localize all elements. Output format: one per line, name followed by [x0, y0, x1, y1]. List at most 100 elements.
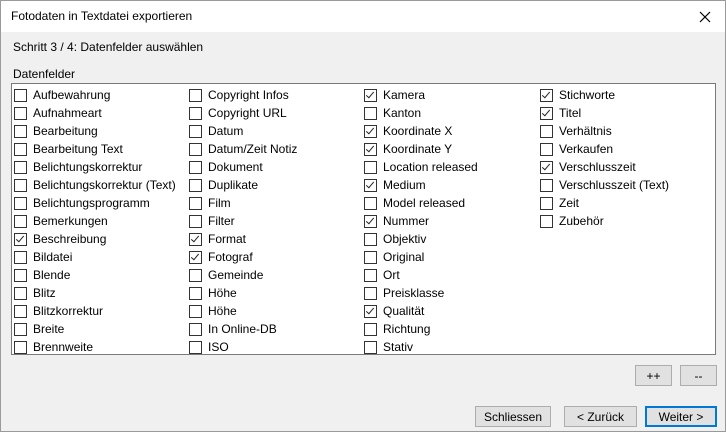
checkbox-checked-icon[interactable]	[364, 304, 377, 318]
field-checkbox-item[interactable]: Gemeinde	[187, 266, 297, 284]
checkbox-unchecked-icon[interactable]	[364, 286, 377, 300]
field-checkbox-item[interactable]: Koordinate X	[362, 122, 478, 140]
field-checkbox-item[interactable]: Model released	[362, 194, 478, 212]
next-button[interactable]: Weiter >	[645, 406, 717, 427]
checkbox-checked-icon[interactable]	[540, 88, 553, 102]
field-checkbox-item[interactable]: Copyright URL	[187, 104, 297, 122]
checkbox-unchecked-icon[interactable]	[364, 250, 377, 264]
field-checkbox-item[interactable]: Fotograf	[187, 248, 297, 266]
field-checkbox-item[interactable]: Ort	[362, 266, 478, 284]
checkbox-unchecked-icon[interactable]	[14, 160, 27, 174]
checkbox-unchecked-icon[interactable]	[14, 214, 27, 228]
field-checkbox-item[interactable]: Zubehör	[538, 212, 669, 230]
checkbox-unchecked-icon[interactable]	[14, 304, 27, 318]
checkbox-unchecked-icon[interactable]	[364, 340, 377, 354]
field-checkbox-item[interactable]: Blitz	[12, 284, 176, 302]
field-checkbox-item[interactable]: In Online-DB	[187, 320, 297, 338]
checkbox-unchecked-icon[interactable]	[189, 106, 202, 120]
field-checkbox-item[interactable]: Verhältnis	[538, 122, 669, 140]
field-checkbox-item[interactable]: Bildatei	[12, 248, 176, 266]
field-checkbox-item[interactable]: Stichworte	[538, 86, 669, 104]
checkbox-unchecked-icon[interactable]	[364, 160, 377, 174]
checkbox-unchecked-icon[interactable]	[189, 214, 202, 228]
checkbox-unchecked-icon[interactable]	[189, 322, 202, 336]
field-checkbox-item[interactable]: Beschreibung	[12, 230, 176, 248]
field-checkbox-item[interactable]: Preisklasse	[362, 284, 478, 302]
field-checkbox-item[interactable]: Belichtungskorrektur	[12, 158, 176, 176]
checkbox-unchecked-icon[interactable]	[14, 196, 27, 210]
field-checkbox-item[interactable]: Zeit	[538, 194, 669, 212]
field-checkbox-item[interactable]: Datum/Zeit Notiz	[187, 140, 297, 158]
field-checkbox-item[interactable]: Aufnahmeart	[12, 104, 176, 122]
checkbox-unchecked-icon[interactable]	[364, 232, 377, 246]
field-checkbox-item[interactable]: Blende	[12, 266, 176, 284]
checkbox-unchecked-icon[interactable]	[14, 178, 27, 192]
checkbox-unchecked-icon[interactable]	[189, 160, 202, 174]
field-checklist[interactable]: Aufbewahrung Aufnahmeart Bearbeitung Bearbe…	[11, 83, 716, 355]
checkbox-unchecked-icon[interactable]	[364, 196, 377, 210]
checkbox-checked-icon[interactable]	[364, 214, 377, 228]
checkbox-unchecked-icon[interactable]	[189, 286, 202, 300]
checkbox-unchecked-icon[interactable]	[540, 196, 553, 210]
field-checkbox-item[interactable]: Höhe	[187, 302, 297, 320]
checkbox-checked-icon[interactable]	[189, 250, 202, 264]
field-checkbox-item[interactable]: Bearbeitung Text	[12, 140, 176, 158]
field-checkbox-item[interactable]: Stativ	[362, 338, 478, 356]
field-checkbox-item[interactable]: Koordinate Y	[362, 140, 478, 158]
checkbox-unchecked-icon[interactable]	[540, 142, 553, 156]
field-checkbox-item[interactable]: Nummer	[362, 212, 478, 230]
field-checkbox-item[interactable]: Belichtungsprogramm	[12, 194, 176, 212]
field-checkbox-item[interactable]: ISO	[187, 338, 297, 356]
checkbox-unchecked-icon[interactable]	[14, 106, 27, 120]
field-checkbox-item[interactable]: Bearbeitung	[12, 122, 176, 140]
field-checkbox-item[interactable]: Objektiv	[362, 230, 478, 248]
checkbox-checked-icon[interactable]	[14, 232, 27, 246]
field-checkbox-item[interactable]: Kamera	[362, 86, 478, 104]
checkbox-unchecked-icon[interactable]	[189, 124, 202, 138]
close-window-button[interactable]	[685, 1, 725, 32]
field-checkbox-item[interactable]: Blitzkorrektur	[12, 302, 176, 320]
checkbox-unchecked-icon[interactable]	[364, 322, 377, 336]
checkbox-checked-icon[interactable]	[364, 142, 377, 156]
field-checkbox-item[interactable]: Verschlusszeit (Text)	[538, 176, 669, 194]
checkbox-unchecked-icon[interactable]	[189, 340, 202, 354]
field-checkbox-item[interactable]: Verschlusszeit	[538, 158, 669, 176]
checkbox-unchecked-icon[interactable]	[14, 268, 27, 282]
checkbox-unchecked-icon[interactable]	[14, 322, 27, 336]
field-checkbox-item[interactable]: Original	[362, 248, 478, 266]
checkbox-unchecked-icon[interactable]	[364, 268, 377, 282]
checkbox-checked-icon[interactable]	[364, 178, 377, 192]
field-checkbox-item[interactable]: Filter	[187, 212, 297, 230]
checkbox-unchecked-icon[interactable]	[189, 196, 202, 210]
checkbox-unchecked-icon[interactable]	[14, 286, 27, 300]
checkbox-unchecked-icon[interactable]	[14, 250, 27, 264]
checkbox-checked-icon[interactable]	[364, 88, 377, 102]
checkbox-unchecked-icon[interactable]	[189, 268, 202, 282]
deselect-all-button[interactable]: --	[680, 365, 717, 386]
field-checkbox-item[interactable]: Qualität	[362, 302, 478, 320]
field-checkbox-item[interactable]: Titel	[538, 104, 669, 122]
checkbox-unchecked-icon[interactable]	[540, 178, 553, 192]
field-checkbox-item[interactable]: Bemerkungen	[12, 212, 176, 230]
close-button[interactable]: Schliessen	[475, 406, 551, 427]
checkbox-checked-icon[interactable]	[540, 106, 553, 120]
checkbox-unchecked-icon[interactable]	[189, 178, 202, 192]
field-checkbox-item[interactable]: Format	[187, 230, 297, 248]
checkbox-unchecked-icon[interactable]	[189, 304, 202, 318]
checkbox-unchecked-icon[interactable]	[14, 88, 27, 102]
field-checkbox-item[interactable]: Medium	[362, 176, 478, 194]
checkbox-checked-icon[interactable]	[189, 232, 202, 246]
checkbox-unchecked-icon[interactable]	[14, 340, 27, 354]
field-checkbox-item[interactable]: Höhe	[187, 284, 297, 302]
checkbox-checked-icon[interactable]	[364, 124, 377, 138]
field-checkbox-item[interactable]: Film	[187, 194, 297, 212]
field-checkbox-item[interactable]: Breite	[12, 320, 176, 338]
checkbox-unchecked-icon[interactable]	[189, 142, 202, 156]
field-checkbox-item[interactable]: Brennweite	[12, 338, 176, 356]
field-checkbox-item[interactable]: Belichtungskorrektur (Text)	[12, 176, 176, 194]
checkbox-unchecked-icon[interactable]	[364, 106, 377, 120]
checkbox-unchecked-icon[interactable]	[14, 142, 27, 156]
field-checkbox-item[interactable]: Duplikate	[187, 176, 297, 194]
field-checkbox-item[interactable]: Datum	[187, 122, 297, 140]
checkbox-unchecked-icon[interactable]	[540, 214, 553, 228]
